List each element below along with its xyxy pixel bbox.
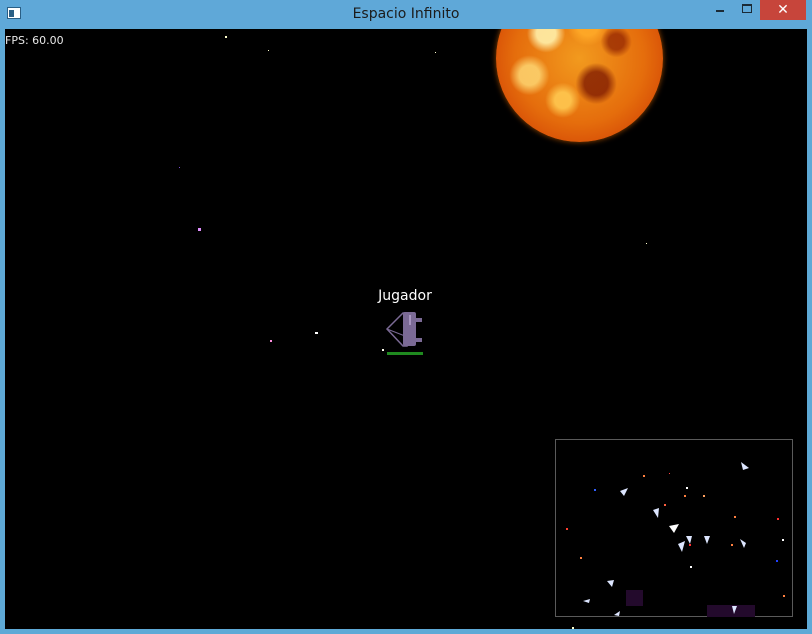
player-ship-icon[interactable] [385, 310, 427, 350]
player-name-label: Jugador [378, 288, 432, 304]
star [225, 36, 227, 38]
player-health-bar [387, 352, 423, 355]
star [646, 243, 647, 244]
star [268, 50, 269, 51]
star [198, 228, 201, 231]
star [315, 332, 318, 334]
star [572, 627, 574, 629]
window-title: Espacio Infinito [352, 6, 460, 22]
window-titlebar: Espacio Infinito ✕ [0, 0, 812, 28]
sun-planet [496, 29, 663, 142]
maximize-button[interactable] [734, 0, 759, 20]
star [179, 167, 180, 168]
minimap[interactable] [555, 439, 793, 617]
close-button[interactable]: ✕ [760, 0, 806, 20]
star [382, 349, 384, 351]
minimize-button[interactable] [705, 0, 734, 20]
star [435, 52, 436, 53]
star [270, 340, 272, 342]
fps-counter: FPS: 60.00 [5, 34, 64, 47]
minimap-player-icon [732, 606, 737, 614]
game-viewport[interactable]: FPS: 60.00 Jugador [5, 29, 807, 629]
